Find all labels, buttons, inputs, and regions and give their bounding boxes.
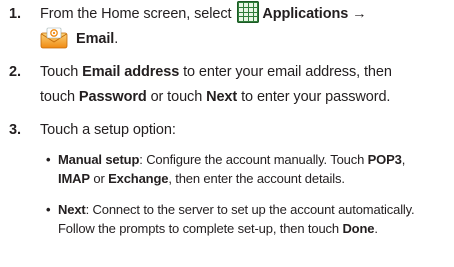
option-desc: , then enter the account details. xyxy=(168,171,345,186)
applications-grid-icon xyxy=(237,1,260,24)
step-text: to enter your email address, then xyxy=(183,64,392,80)
option-desc: Follow the prompts to complete set-up, t… xyxy=(58,221,339,236)
option-text-line2: Follow the prompts to complete set-up, t… xyxy=(58,219,378,238)
option-text: Next: Connect to the server to set up th… xyxy=(58,200,415,219)
option-desc: : Configure the account manually. Touch xyxy=(139,152,365,167)
step-number: 1. xyxy=(9,6,21,22)
password-label: Password xyxy=(78,89,147,105)
instruction-document: 1. From the Home screen, select Applicat… xyxy=(0,0,454,267)
period: . xyxy=(114,31,119,47)
done-label: Done xyxy=(342,221,375,236)
step-body: Touch Email address to enter your email … xyxy=(40,60,392,84)
step-number: 3. xyxy=(9,122,21,138)
email-label: Email xyxy=(76,31,115,47)
applications-label: Applications xyxy=(262,6,349,22)
step-text: or touch xyxy=(150,89,203,105)
step-body: From the Home screen, select Application… xyxy=(40,1,367,26)
option-text: Manual setup: Configure the account manu… xyxy=(58,150,405,169)
bullet: • xyxy=(46,202,51,217)
step-2: 2. Touch Email address to enter your ema… xyxy=(0,60,454,110)
step-number: 2. xyxy=(9,64,21,80)
next-option-label: Next xyxy=(58,202,86,217)
option-next: • Next: Connect to the server to set up … xyxy=(46,200,454,240)
step-body-line2: Email. xyxy=(40,27,118,51)
email-envelope-icon xyxy=(40,27,70,49)
step-text: touch xyxy=(40,89,75,105)
step-3: 3. Touch a setup option: xyxy=(0,118,454,142)
option-manual-setup: • Manual setup: Configure the account ma… xyxy=(46,150,454,190)
step-text: Touch xyxy=(40,64,79,80)
step-body-line2: touch Password or touch Next to enter you… xyxy=(40,85,390,109)
step-body: Touch a setup option: xyxy=(40,118,176,142)
bullet: • xyxy=(46,152,51,167)
option-desc: : Connect to the server to set up the ac… xyxy=(85,202,415,217)
next-label: Next xyxy=(206,89,238,105)
step-text: Touch a setup option: xyxy=(40,122,176,138)
comma: , xyxy=(401,152,406,167)
manual-setup-label: Manual setup xyxy=(58,152,140,167)
period: . xyxy=(374,221,378,236)
step-text: to enter your password. xyxy=(241,89,391,105)
step-text: From the Home screen, select xyxy=(40,6,232,22)
email-address-label: Email address xyxy=(82,64,180,80)
arrow-glyph: → xyxy=(352,6,367,22)
imap-label: IMAP xyxy=(58,171,90,186)
option-text-line2: IMAP or Exchange, then enter the account… xyxy=(58,169,345,188)
step-1: 1. From the Home screen, select Applicat… xyxy=(0,0,454,52)
option-desc: or xyxy=(93,171,105,186)
pop3-label: POP3 xyxy=(367,152,402,167)
exchange-label: Exchange xyxy=(108,171,169,186)
